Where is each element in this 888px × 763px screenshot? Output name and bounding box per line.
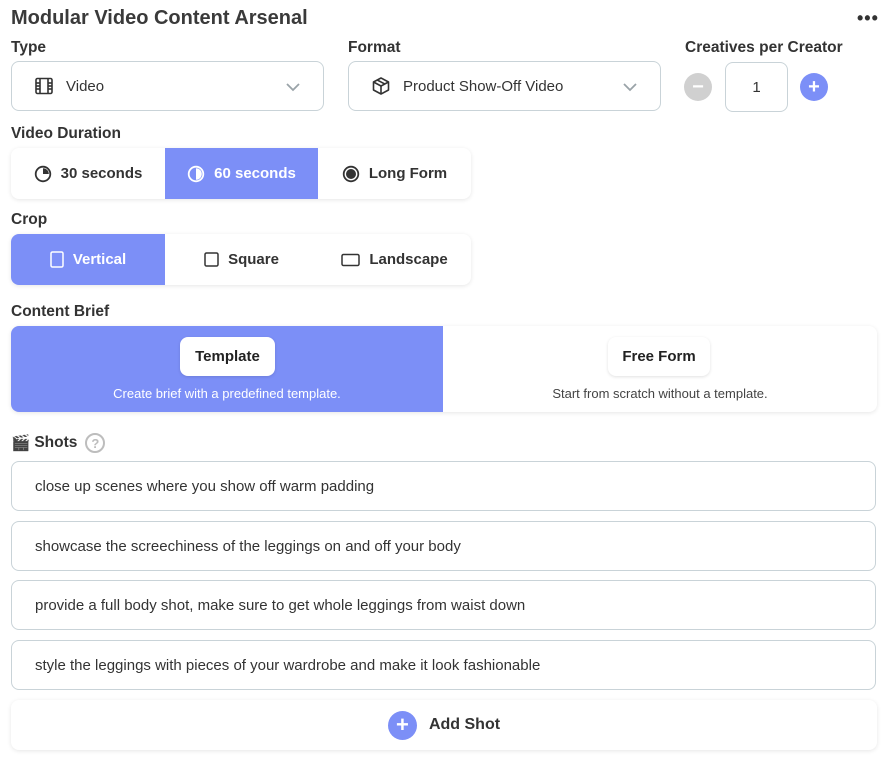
cube-icon bbox=[371, 76, 391, 96]
crop-option-square[interactable]: Square bbox=[165, 234, 318, 285]
chevron-down-icon bbox=[285, 79, 301, 99]
content-brief-label: Content Brief bbox=[11, 303, 110, 320]
chevron-down-icon bbox=[622, 79, 638, 99]
increment-button[interactable]: + bbox=[800, 73, 828, 101]
square-icon bbox=[204, 252, 219, 267]
format-select-value: Product Show-Off Video bbox=[403, 77, 564, 95]
shot-input[interactable]: close up scenes where you show off warm … bbox=[11, 461, 876, 511]
crop-option-label: Square bbox=[228, 251, 279, 268]
pie-half-icon bbox=[187, 165, 205, 183]
type-select[interactable]: Video bbox=[11, 61, 324, 111]
duration-label: Video Duration bbox=[11, 125, 121, 142]
decrement-button[interactable]: − bbox=[684, 73, 712, 101]
help-icon[interactable]: ? bbox=[85, 433, 106, 453]
shot-input[interactable]: provide a full body shot, make sure to g… bbox=[11, 580, 876, 630]
more-options-icon[interactable]: ••• bbox=[857, 8, 879, 29]
brief-option-template[interactable]: Template Create brief with a predefined … bbox=[11, 326, 443, 412]
filled-circle-icon bbox=[342, 165, 360, 183]
pie-quarter-icon bbox=[34, 165, 52, 183]
duration-segmented-control: 30 seconds 60 seconds Long Form bbox=[11, 148, 471, 199]
crop-label: Crop bbox=[11, 211, 48, 228]
crop-segmented-control: Vertical Square Landscape bbox=[11, 234, 471, 285]
portrait-rect-icon bbox=[50, 251, 64, 268]
film-icon bbox=[34, 76, 54, 96]
duration-option-long-form[interactable]: Long Form bbox=[318, 148, 471, 199]
crop-option-label: Vertical bbox=[72, 251, 127, 268]
plus-icon: + bbox=[387, 710, 417, 740]
format-label: Format bbox=[348, 39, 401, 56]
clapperboard-icon: 🎬 bbox=[11, 434, 31, 452]
crop-option-landscape[interactable]: Landscape bbox=[318, 234, 471, 285]
brief-option-description: Create brief with a predefined template. bbox=[113, 386, 341, 401]
type-label: Type bbox=[11, 39, 47, 56]
landscape-rect-icon bbox=[341, 253, 361, 267]
duration-option-label: 60 seconds bbox=[214, 165, 296, 182]
brief-option-description: Start from scratch without a template. bbox=[552, 386, 768, 401]
duration-option-label: 30 seconds bbox=[60, 165, 143, 182]
content-brief-control: Template Create brief with a predefined … bbox=[11, 326, 877, 412]
brief-option-title: Free Form bbox=[608, 337, 710, 376]
page-title: Modular Video Content Arsenal bbox=[11, 7, 308, 29]
crop-option-vertical[interactable]: Vertical bbox=[11, 234, 165, 285]
duration-option-label: Long Form bbox=[368, 165, 448, 182]
type-select-value: Video bbox=[66, 77, 105, 95]
brief-option-free-form[interactable]: Free Form Start from scratch without a t… bbox=[443, 326, 877, 412]
shot-input[interactable]: showcase the screechiness of the legging… bbox=[11, 521, 876, 571]
shot-input[interactable]: style the leggings with pieces of your w… bbox=[11, 640, 876, 690]
brief-option-title: Template bbox=[180, 337, 275, 376]
add-shot-label: Add Shot bbox=[428, 716, 501, 733]
duration-option-60-seconds[interactable]: 60 seconds bbox=[165, 148, 318, 199]
creatives-label: Creatives per Creator bbox=[685, 39, 843, 56]
duration-option-30-seconds[interactable]: 30 seconds bbox=[11, 148, 165, 199]
add-shot-button[interactable]: + Add Shot bbox=[11, 700, 877, 750]
shots-header: 🎬 Shots ? bbox=[11, 433, 106, 453]
crop-option-label: Landscape bbox=[369, 251, 448, 268]
creatives-input[interactable]: 1 bbox=[725, 62, 788, 112]
format-select[interactable]: Product Show-Off Video bbox=[348, 61, 661, 111]
shots-label: Shots bbox=[34, 434, 78, 451]
